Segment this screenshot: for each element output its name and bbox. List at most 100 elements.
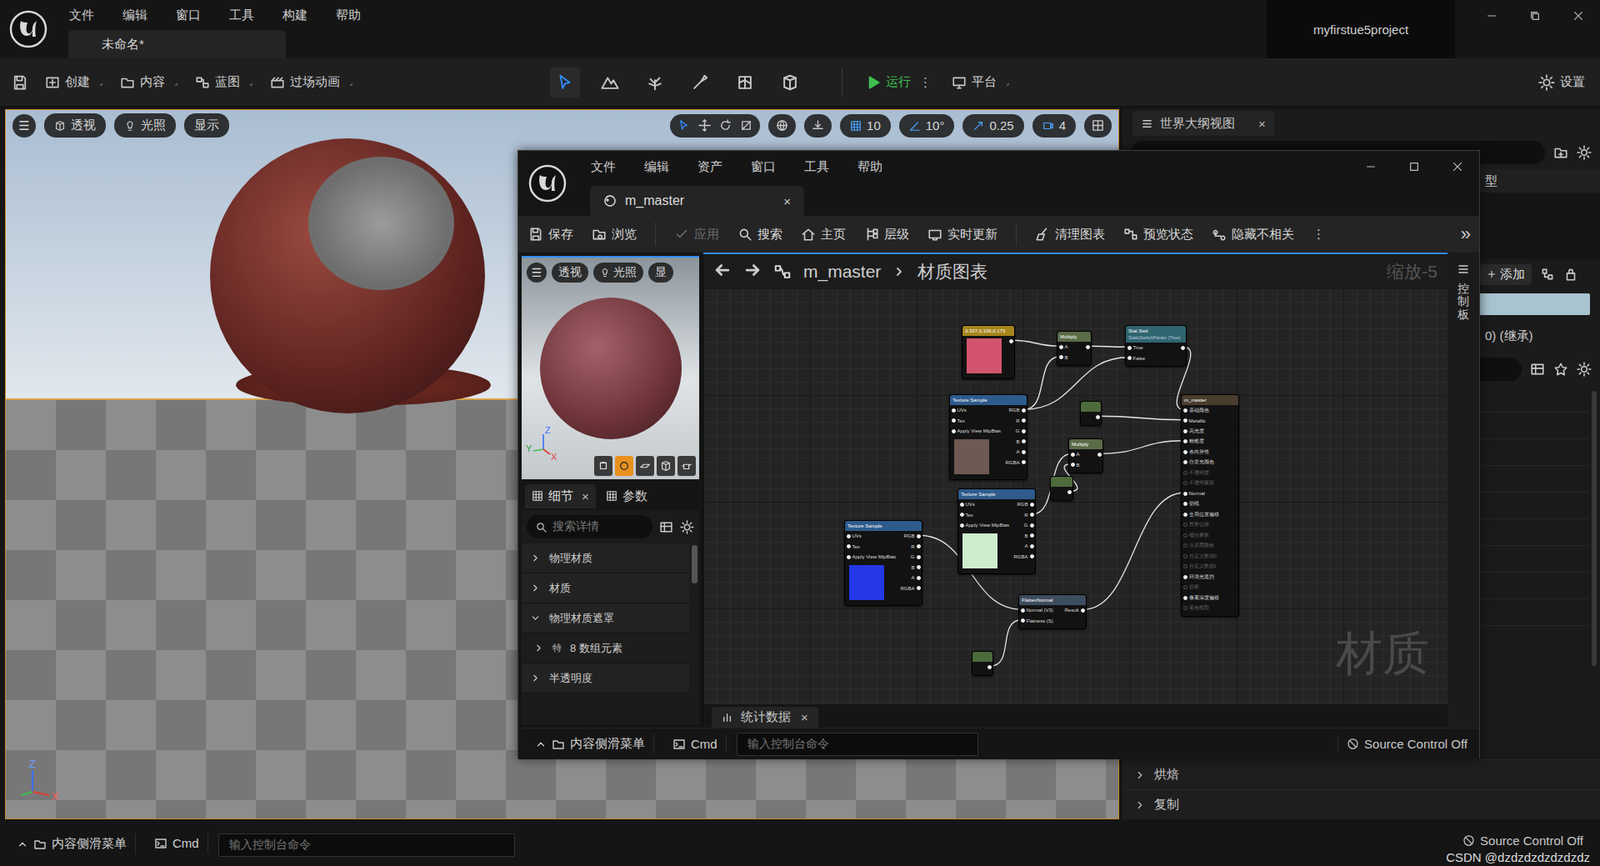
menu-item[interactable]: 编辑 — [644, 159, 670, 175]
menu-item[interactable]: 工具 — [804, 159, 830, 175]
input-pin[interactable]: 世界位移 — [1181, 520, 1220, 531]
graph-node[interactable] — [1050, 475, 1074, 501]
toolbar-button[interactable]: 搜索 — [737, 226, 783, 243]
output-pin[interactable]: R — [1015, 415, 1027, 427]
input-pin[interactable]: Tex — [845, 541, 898, 553]
close-tab-button[interactable]: × — [581, 489, 590, 504]
input-pin[interactable]: Flatness (S) — [1019, 615, 1055, 627]
input-pin[interactable]: 细分乘数 — [1181, 530, 1220, 541]
details-tab[interactable]: 参数 — [599, 484, 655, 509]
input-pin[interactable]: 不透明度 — [1181, 467, 1220, 479]
show-button[interactable]: 显示 — [184, 113, 230, 138]
input-pin[interactable]: False — [1125, 353, 1147, 365]
toolbar-button[interactable]: 创建 — [45, 74, 104, 90]
input-pin[interactable]: True — [1125, 342, 1147, 354]
output-pin[interactable] — [1092, 411, 1101, 423]
output-pin[interactable]: G — [1014, 425, 1027, 437]
graph-node[interactable]: 0.337,0.106,0.173 — [961, 325, 1015, 380]
graph-node[interactable]: Texture SampleUVsTexApply View MipBiasRG… — [844, 520, 923, 606]
save-button[interactable] — [11, 74, 29, 91]
unreal-logo[interactable] — [0, 0, 57, 59]
toolbar-button[interactable]: 实时更新 — [927, 226, 998, 243]
toolbar-button[interactable]: 隐藏不相关 — [1211, 226, 1295, 243]
input-pin[interactable]: 切线 — [1181, 499, 1220, 510]
snap-setting[interactable]: 10 — [840, 114, 891, 138]
wire[interactable] — [1032, 453, 1072, 515]
details-row[interactable]: 物理材质 — [521, 543, 690, 574]
wire[interactable] — [990, 620, 1022, 667]
close-tab-button[interactable]: × — [800, 710, 809, 725]
source-control-status[interactable]: Source Control Off — [1337, 736, 1468, 751]
graph-node[interactable]: m_master基础颜色Metallic高光度粗糙度各向异性自发光颜色不透明度不… — [1180, 394, 1240, 617]
scrollbar[interactable] — [1591, 390, 1597, 666]
input-pin[interactable]: 自发光颜色 — [1181, 457, 1220, 469]
input-pin[interactable]: 像素深度偏移 — [1181, 592, 1220, 604]
asset-tab[interactable]: m_master× — [590, 185, 805, 216]
output-pin[interactable]: RGB — [902, 530, 922, 542]
mode-button[interactable] — [685, 67, 715, 98]
platform-button[interactable]: 平台 — [951, 74, 1010, 90]
mode-button[interactable] — [640, 67, 670, 98]
input-pin[interactable]: 着色模型 — [1181, 603, 1220, 615]
run-button[interactable]: 运行 — [865, 74, 911, 90]
input-pin[interactable]: A — [1069, 449, 1081, 460]
output-pin[interactable]: A — [1023, 540, 1035, 552]
toolbar-button[interactable]: 内容 — [120, 74, 179, 90]
toolbar-button[interactable]: 清理图表 — [1035, 226, 1105, 243]
viewport-menu-button[interactable]: ☰ — [526, 262, 547, 283]
lighting-button[interactable]: 光照 — [114, 113, 176, 138]
content-drawer-button[interactable]: 内容侧滑菜单 — [8, 833, 136, 855]
graph-node[interactable]: Stat SwitStaticSwitchParam (True)TrueFal… — [1125, 325, 1187, 367]
preview-shape-button[interactable] — [615, 455, 634, 476]
details-tab[interactable]: 细节× — [525, 484, 596, 509]
preview-shape-button[interactable] — [594, 455, 613, 476]
menu-item[interactable]: 帮助 — [857, 159, 883, 175]
menu-item[interactable]: 工具 — [229, 7, 255, 24]
preview-shape-button[interactable] — [656, 455, 675, 476]
graph-canvas[interactable]: 0.337,0.106,0.173 MultiplyAB Stat SwitStat… — [703, 288, 1448, 705]
view-mode-button[interactable]: 透视 — [44, 113, 106, 138]
output-pin[interactable]: R — [1023, 510, 1035, 521]
details-row[interactable]: 材质 — [521, 573, 690, 604]
input-pin[interactable]: 自定义数据1 — [1181, 561, 1220, 573]
output-pin[interactable] — [984, 661, 993, 673]
details-row[interactable]: 物理材质遮罩 — [521, 603, 690, 634]
wire[interactable] — [1083, 492, 1185, 610]
details-section[interactable]: 烘焙 — [1122, 759, 1600, 790]
close-tab-button[interactable]: × — [783, 194, 791, 209]
preview-shape-button[interactable] — [635, 455, 655, 476]
output-pin[interactable]: RGBA — [1004, 457, 1027, 469]
input-pin[interactable]: 各向异性 — [1181, 446, 1220, 458]
graph-node[interactable]: MultiplyAB — [1068, 438, 1104, 474]
cmd-button[interactable]: Cmd — [145, 833, 209, 853]
menu-item[interactable]: 文件 — [69, 7, 95, 24]
input-pin[interactable]: Apply View MipBias — [958, 520, 1011, 531]
input-pin[interactable]: 折射 — [1181, 582, 1220, 594]
graph-node[interactable] — [1080, 400, 1102, 426]
toolbar-button[interactable]: 保存 — [528, 226, 574, 243]
input-pin[interactable]: B — [1069, 460, 1081, 471]
output-pin[interactable]: RGBA — [899, 583, 922, 595]
stats-tab[interactable]: 统计数据× — [711, 706, 819, 728]
forward-button[interactable] — [743, 260, 762, 282]
details-row[interactable]: 特8 数组元素 — [521, 633, 690, 664]
graph-node[interactable]: Texture SampleUVsTexApply View MipBiasRG… — [957, 488, 1036, 575]
details-search[interactable]: 搜索详情 — [526, 515, 653, 539]
menu-item[interactable]: 帮助 — [335, 7, 361, 24]
wire[interactable] — [1098, 415, 1185, 420]
add-component-button[interactable]: 添加 — [1480, 264, 1532, 285]
view-mode-button[interactable]: 透视 — [551, 262, 589, 283]
toolbar-button[interactable]: 预览状态 — [1123, 226, 1194, 243]
wire[interactable] — [1011, 340, 1060, 346]
output-pin[interactable]: B — [1015, 436, 1027, 448]
source-control-status[interactable]: Source Control Off — [1462, 833, 1584, 848]
menu-item[interactable]: 窗口 — [750, 159, 776, 175]
scrollbar[interactable] — [691, 545, 698, 584]
toolbar-button[interactable]: 层级 — [864, 226, 910, 243]
cmd-button[interactable]: Cmd — [664, 734, 727, 754]
input-pin[interactable]: Normal (V3) — [1019, 605, 1055, 616]
level-tab[interactable]: 未命名* — [68, 30, 286, 59]
close-button[interactable] — [1556, 0, 1600, 31]
output-pin[interactable] — [1064, 486, 1073, 498]
output-pin[interactable] — [1177, 342, 1186, 354]
